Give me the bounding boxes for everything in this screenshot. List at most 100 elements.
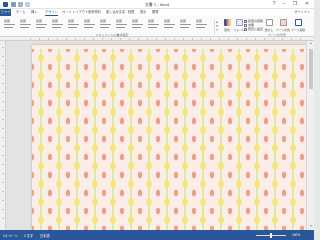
page-color-button[interactable]: ページの色 <box>276 18 290 33</box>
user-signin[interactable]: サインイン <box>294 9 310 16</box>
style-heading: 表題 <box>132 19 139 23</box>
language-indicator[interactable]: 日本語 <box>40 233 50 238</box>
style-set-item[interactable]: 表題 <box>34 18 50 32</box>
close-button[interactable]: ✕ <box>303 1 311 8</box>
save-icon[interactable] <box>11 2 16 7</box>
undo-icon[interactable] <box>18 2 23 7</box>
page-borders-label: ページ罫線 <box>291 28 305 32</box>
style-set-gallery: 表題 表題 表題 表題 表題 表題 表題 表題 表題 表題 表題 表題 表題 ▲… <box>2 18 220 34</box>
style-set-item[interactable]: 表題 <box>162 18 178 32</box>
style-line <box>164 24 175 25</box>
tab-file[interactable]: ファイル <box>0 9 11 21</box>
style-set-item[interactable]: 表題 <box>146 18 162 32</box>
style-line <box>132 24 143 25</box>
style-set-item[interactable]: 表題 <box>178 18 194 32</box>
style-heading: 表題 <box>36 19 43 23</box>
style-set-item[interactable]: 表題 <box>130 18 146 32</box>
minimize-button[interactable]: – <box>280 1 288 8</box>
document-workspace <box>6 41 307 230</box>
title-bar: 文書 1 - Word ? – ❐ ✕ <box>0 0 314 9</box>
ribbon-tab-row: ファイル ホーム 挿入 デザイン ページ レイアウト 参考資料 差し込み文書 校… <box>0 9 314 21</box>
gallery-scroll[interactable]: ▲ ▼ ▾ <box>214 20 219 34</box>
ruler-ticks <box>2 47 4 225</box>
style-line <box>36 27 45 28</box>
style-set-item[interactable]: 表題 <box>98 18 114 32</box>
style-line <box>180 27 189 28</box>
style-line <box>84 27 93 28</box>
page-borders-button[interactable]: ページ罫線 <box>291 18 305 33</box>
style-set-item[interactable]: 表題 <box>50 18 66 32</box>
redo-icon[interactable] <box>25 2 30 7</box>
style-line <box>148 24 159 25</box>
word-app-icon <box>3 2 8 7</box>
watermark-icon <box>266 19 273 26</box>
vertical-scrollbar[interactable]: ▲ ▼ <box>306 41 314 230</box>
watermark-button[interactable]: 透かし <box>262 18 276 33</box>
style-set-item[interactable]: 表題 <box>82 18 98 32</box>
tab-page-layout[interactable]: ページ レイアウト <box>62 9 88 16</box>
word-count[interactable]: 0 文字 <box>24 233 33 238</box>
style-heading: 表題 <box>20 19 27 23</box>
scrollbar-thumb[interactable] <box>309 49 313 89</box>
style-line <box>116 27 125 28</box>
scroll-up-icon[interactable]: ▲ <box>307 41 315 47</box>
style-line <box>20 27 29 28</box>
tab-insert[interactable]: 挿入 <box>31 9 37 16</box>
status-bar: 1/1 ページ 0 文字 日本語 100% <box>0 230 314 240</box>
style-line <box>68 27 77 28</box>
ribbon: 表題 表題 表題 表題 表題 表題 表題 表題 表題 表題 表題 表題 表題 ▲… <box>0 16 314 37</box>
style-line <box>148 27 157 28</box>
document-page[interactable] <box>32 45 307 230</box>
style-line <box>20 24 31 25</box>
tab-review[interactable]: 校閲 <box>128 9 134 16</box>
style-line <box>100 27 109 28</box>
set-default-icon <box>244 27 247 31</box>
tab-design[interactable]: デザイン <box>45 9 58 16</box>
style-line <box>116 24 127 25</box>
style-set-item[interactable]: 表題 <box>66 18 82 32</box>
style-line <box>84 24 95 25</box>
style-line <box>36 24 47 25</box>
set-default-label: 既定に設定 <box>248 27 264 31</box>
style-line <box>100 24 111 25</box>
style-heading: 表題 <box>180 19 187 23</box>
style-heading: 表題 <box>148 19 155 23</box>
tab-home[interactable]: ホーム <box>16 9 25 16</box>
style-heading: 表題 <box>84 19 91 23</box>
style-set-item[interactable]: 表題 <box>194 18 210 32</box>
style-line <box>52 27 61 28</box>
tab-mailings[interactable]: 差し込み文書 <box>106 9 125 16</box>
style-line <box>180 24 191 25</box>
style-heading: 表題 <box>100 19 107 23</box>
page-color-icon <box>280 19 287 26</box>
style-heading: 表題 <box>52 19 59 23</box>
colors-icon <box>224 19 231 26</box>
style-line <box>4 24 15 25</box>
watermark-label: 透かし <box>264 28 274 32</box>
style-set-item[interactable]: 表題 <box>114 18 130 32</box>
tab-developer[interactable]: 開発 <box>152 9 158 16</box>
style-heading: 表題 <box>116 19 123 23</box>
restore-button[interactable]: ❐ <box>291 1 299 8</box>
style-line <box>196 24 207 25</box>
style-set-item[interactable]: 表題 <box>18 18 34 32</box>
tab-view[interactable]: 表示 <box>140 9 146 16</box>
tab-references[interactable]: 参考資料 <box>88 9 101 16</box>
style-heading: 表題 <box>68 19 75 23</box>
style-line <box>164 27 173 28</box>
style-heading: 表題 <box>4 19 11 23</box>
style-line <box>132 27 141 28</box>
style-set-item[interactable]: 表題 <box>2 18 18 32</box>
window-title: 文書 1 - Word <box>144 2 170 7</box>
fonts-icon <box>236 19 243 26</box>
zoom-level[interactable]: 100% <box>292 233 300 237</box>
zoom-slider-knob[interactable] <box>270 233 272 238</box>
style-line <box>4 27 13 28</box>
page-count[interactable]: 1/1 ページ <box>3 233 18 238</box>
ruler-ticks <box>30 38 303 40</box>
style-line <box>68 24 79 25</box>
gallery-more-icon[interactable]: ▾ <box>215 28 219 32</box>
help-button[interactable]: ? <box>270 1 278 8</box>
page-borders-icon <box>295 19 302 26</box>
style-heading: 表題 <box>196 19 203 23</box>
